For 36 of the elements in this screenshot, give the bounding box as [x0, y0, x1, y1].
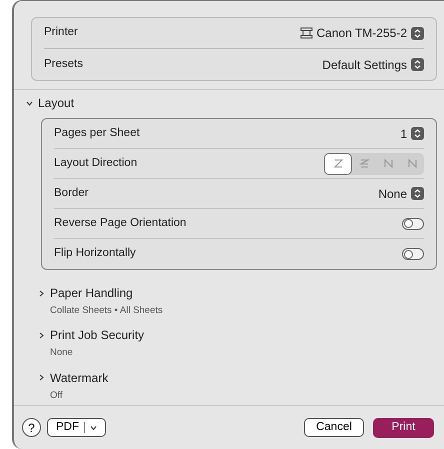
direction-segment[interactable]: [324, 152, 352, 174]
section-header[interactable]: Paper Handling: [38, 284, 133, 302]
stepper-icon[interactable]: [411, 26, 424, 40]
section-header[interactable]: Watermark: [38, 368, 108, 386]
section-summary: Collate Sheets • All Sheets: [50, 304, 164, 318]
popup-button[interactable]: Default Settings: [322, 56, 424, 74]
stepper-icon[interactable]: [411, 187, 424, 200]
setting-label: Printer: [44, 25, 78, 40]
popup-button[interactable]: Canon TM-255-2: [300, 24, 424, 42]
chevron-right-icon: [38, 374, 45, 381]
section-header[interactable]: Print Job Security: [38, 326, 144, 344]
section-summary: Off: [50, 388, 64, 402]
setting-label: Presets: [44, 56, 83, 72]
setting-label: Pages per Sheet: [54, 126, 140, 141]
help-button[interactable]: ?: [22, 418, 41, 437]
chevron-down-icon: [26, 100, 33, 106]
setting-label: Layout Direction: [54, 156, 138, 171]
print-button[interactable]: Print: [373, 418, 434, 438]
setting-label: Flip Horizontally: [54, 246, 136, 262]
toggle-switch[interactable]: [402, 248, 424, 260]
chevron-down-icon: [90, 424, 97, 430]
layout-direction-icon: [358, 157, 370, 170]
chevron-right-icon: [38, 332, 45, 339]
stepper-icon[interactable]: [411, 58, 424, 71]
section-summary: None: [50, 346, 74, 360]
chevron-right-icon: [38, 290, 45, 296]
stepper-icon[interactable]: [411, 127, 424, 140]
toggle-switch[interactable]: [402, 218, 424, 230]
popup-button[interactable]: None: [378, 184, 424, 202]
popup-button[interactable]: 1: [400, 124, 424, 142]
setting-label: Reverse Page Orientation: [54, 216, 186, 231]
printer-icon: [300, 27, 312, 39]
setting-label: Border: [54, 186, 89, 201]
pdf-button[interactable]: PDF: [47, 418, 106, 437]
section-header[interactable]: Layout: [26, 94, 74, 112]
cancel-button[interactable]: Cancel: [304, 418, 364, 437]
